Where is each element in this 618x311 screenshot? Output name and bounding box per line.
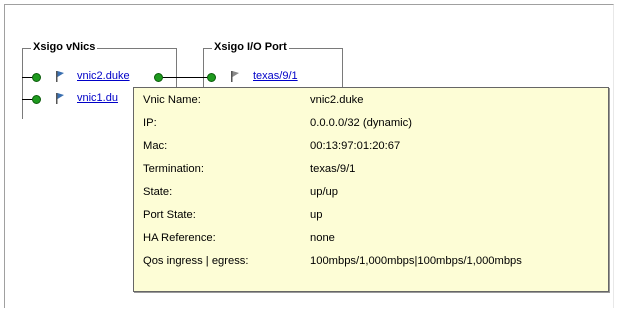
vnic-link[interactable]: vnic1.du xyxy=(77,92,118,104)
tooltip-value: 100mbps/1,000mbps|100mbps/1,000mbps xyxy=(310,255,522,267)
tooltip-label: Termination: xyxy=(143,163,204,175)
vnic-flag-icon xyxy=(56,93,64,104)
vnic-status-node-icon[interactable] xyxy=(32,95,41,104)
vnic-flag-icon xyxy=(56,71,64,82)
port-flag-icon xyxy=(231,71,239,82)
io-port-link[interactable]: texas/9/1 xyxy=(253,70,298,82)
tooltip-value: vnic2.duke xyxy=(310,94,364,106)
vnic-link[interactable]: vnic2.duke xyxy=(77,70,130,82)
tooltip-value: none xyxy=(310,232,335,244)
tooltip-value: up/up xyxy=(310,186,338,198)
vnic-status-node-icon[interactable] xyxy=(32,73,41,82)
tooltip-label: HA Reference: xyxy=(143,232,216,244)
tooltip-value: 0.0.0.0/32 (dynamic) xyxy=(310,117,412,129)
tooltip-value: up xyxy=(310,209,323,221)
tooltip-label: Port State: xyxy=(143,209,196,221)
vnic-details-tooltip: Vnic Name: vnic2.duke IP: 0.0.0.0/32 (dy… xyxy=(133,87,609,292)
io-ports-group: Xsigo I/O Port xyxy=(203,41,343,89)
tooltip-value: texas/9/1 xyxy=(310,163,356,175)
port-status-node-icon[interactable] xyxy=(207,73,216,82)
vnic-port-node-icon[interactable] xyxy=(154,73,163,82)
vnic-to-port-connector xyxy=(163,77,211,78)
tooltip-value: 00:13:97:01:20:67 xyxy=(310,140,401,152)
tooltip-label: Qos ingress | egress: xyxy=(143,255,249,267)
tooltip-label: Mac: xyxy=(143,140,168,152)
tooltip-label: IP: xyxy=(143,117,157,129)
vnics-group-title: Xsigo vNics xyxy=(31,41,98,53)
tooltip-label: State: xyxy=(143,186,173,198)
tooltip-label: Vnic Name: xyxy=(143,94,201,106)
io-ports-group-title: Xsigo I/O Port xyxy=(212,41,289,53)
